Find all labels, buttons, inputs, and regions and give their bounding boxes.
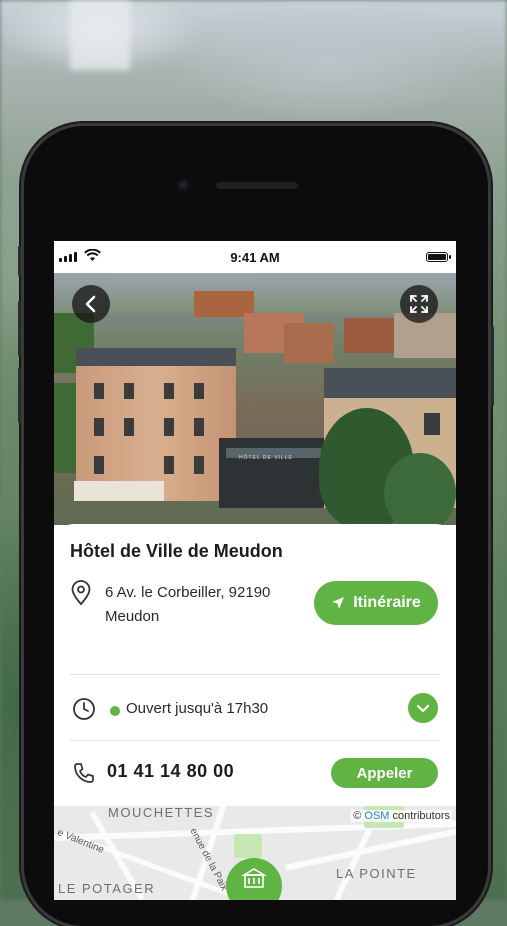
mute-switch xyxy=(18,246,21,276)
phone-number[interactable]: 01 41 14 80 00 xyxy=(107,761,234,782)
opening-hours: Ouvert jusqu'à 17h30 xyxy=(126,700,269,717)
volume-up-button xyxy=(18,301,21,356)
address-line-2: Meudon xyxy=(105,608,160,625)
place-address: 6 Av. le Corbeiller, 92190 Meudon xyxy=(105,581,305,629)
navigation-arrow-icon xyxy=(332,597,345,609)
place-title: Hôtel de Ville de Meudon xyxy=(70,541,283,561)
battery-icon xyxy=(426,252,448,262)
phone-icon xyxy=(74,763,94,783)
status-time: 9:41 AM xyxy=(230,250,280,265)
directions-label: Itinéraire xyxy=(353,594,421,611)
directions-button[interactable]: Itinéraire xyxy=(314,581,438,625)
map-street-label: e Valentine xyxy=(55,827,106,856)
town-hall-icon xyxy=(241,868,267,888)
front-camera xyxy=(176,178,190,192)
fullscreen-icon xyxy=(410,295,428,313)
location-map[interactable]: MOUCHETTES LE POTAGER LA POINTE e Valent… xyxy=(54,806,456,900)
call-button[interactable]: Appeler xyxy=(331,758,438,788)
divider xyxy=(70,674,440,675)
fullscreen-button[interactable] xyxy=(400,285,438,323)
back-button[interactable] xyxy=(72,285,110,323)
map-label-mouchettes: MOUCHETTES xyxy=(108,806,214,820)
map-label-la-pointe: LA POINTE xyxy=(336,866,417,881)
earpiece-speaker xyxy=(216,182,298,189)
map-label-le-potager: LE POTAGER xyxy=(58,881,156,896)
chevron-down-icon xyxy=(416,704,430,713)
power-button xyxy=(491,326,494,406)
address-line-1: 6 Av. le Corbeiller, 92190 xyxy=(105,584,271,601)
volume-down-button xyxy=(18,368,21,423)
back-arrow-icon xyxy=(85,295,96,313)
place-details-card: Hôtel de Ville de Meudon 6 Av. le Corbei… xyxy=(54,524,456,814)
map-attribution: © OSM contributors xyxy=(351,810,452,822)
app-screen: 9:41 AM HÔTEL DE VILLE Hôtel de Ville de… xyxy=(54,241,456,900)
osm-link[interactable]: OSM xyxy=(364,810,389,822)
expand-hours-button[interactable] xyxy=(408,693,438,723)
photo-sign: HÔTEL DE VILLE xyxy=(239,455,293,461)
clock-icon xyxy=(73,698,95,720)
divider xyxy=(70,740,440,741)
background-tower xyxy=(70,0,130,70)
status-bar: 9:41 AM xyxy=(54,241,456,273)
map-park xyxy=(234,834,262,858)
location-pin-icon xyxy=(71,580,91,606)
map-marker[interactable] xyxy=(226,858,282,900)
place-photo: HÔTEL DE VILLE xyxy=(54,273,456,525)
open-status-dot xyxy=(110,706,120,716)
